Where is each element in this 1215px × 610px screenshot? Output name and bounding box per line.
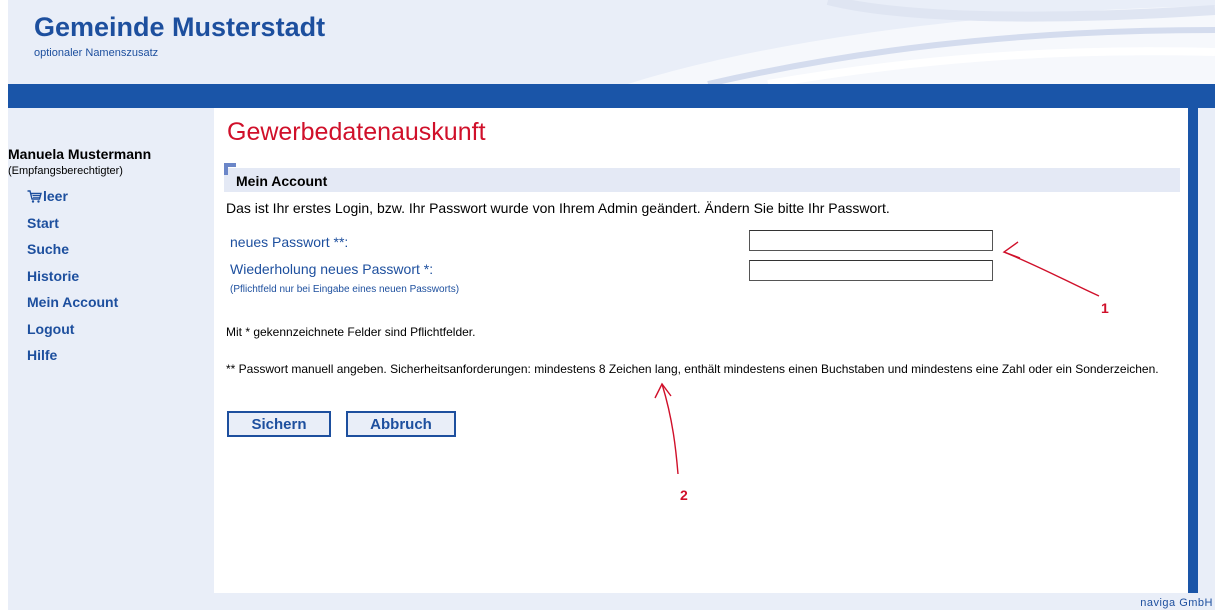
section-header: Mein Account bbox=[224, 168, 1180, 192]
sidebar-item-cart[interactable]: leer bbox=[27, 186, 118, 213]
cart-status-label: leer bbox=[43, 188, 68, 204]
sidebar-item-logout[interactable]: Logout bbox=[27, 319, 118, 346]
site-header: Gemeinde Musterstadt optionaler Namenszu… bbox=[8, 0, 1215, 84]
footer-credit: naviga GmbH bbox=[1140, 597, 1213, 609]
user-name: Manuela Mustermann bbox=[8, 146, 152, 162]
annotation-marker-1: 1 bbox=[1101, 300, 1109, 316]
page-title: Gewerbedatenauskunft bbox=[227, 118, 486, 146]
repeat-password-label: Wiederholung neues Passwort *: bbox=[230, 261, 434, 277]
cancel-button[interactable]: Abbruch bbox=[346, 411, 456, 437]
sidebar-item-start[interactable]: Start bbox=[27, 213, 118, 240]
security-requirements-note: ** Passwort manuell angeben. Sicherheits… bbox=[226, 362, 1159, 376]
right-blue-stripe bbox=[1188, 108, 1198, 593]
required-fields-note: Mit * gekennzeichnete Felder sind Pflich… bbox=[226, 325, 476, 339]
sidebar-item-suche[interactable]: Suche bbox=[27, 239, 118, 266]
main-content: Gewerbedatenauskunft Mein Account Das is… bbox=[214, 108, 1188, 593]
new-password-label: neues Passwort **: bbox=[230, 234, 349, 250]
section-title: Mein Account bbox=[236, 173, 328, 189]
shopping-cart-icon bbox=[27, 188, 42, 208]
save-button[interactable]: Sichern bbox=[227, 411, 331, 437]
sidebar-item-hilfe[interactable]: Hilfe bbox=[27, 345, 118, 372]
sidebar-item-mein-account[interactable]: Mein Account bbox=[27, 292, 118, 319]
sidebar: Manuela Mustermann (Empfangsberechtigter… bbox=[8, 108, 213, 593]
user-role: (Empfangsberechtigter) bbox=[8, 165, 123, 177]
site-subtitle: optionaler Namenszusatz bbox=[34, 47, 159, 59]
page: Gemeinde Musterstadt optionaler Namenszu… bbox=[8, 0, 1215, 610]
password-hint: (Pflichtfeld nur bei Eingabe eines neuen… bbox=[230, 284, 460, 295]
sidebar-item-historie[interactable]: Historie bbox=[27, 266, 118, 293]
intro-text: Das ist Ihr erstes Login, bzw. Ihr Passw… bbox=[226, 200, 890, 216]
top-blue-bar bbox=[8, 84, 1215, 108]
annotation-marker-2: 2 bbox=[680, 487, 688, 503]
site-title: Gemeinde Musterstadt bbox=[34, 12, 326, 42]
new-password-input[interactable] bbox=[749, 230, 993, 251]
repeat-password-input[interactable] bbox=[749, 260, 993, 281]
section-corner-mark bbox=[224, 163, 236, 175]
sidebar-nav: leer Start Suche Historie Mein Account L… bbox=[27, 186, 118, 372]
